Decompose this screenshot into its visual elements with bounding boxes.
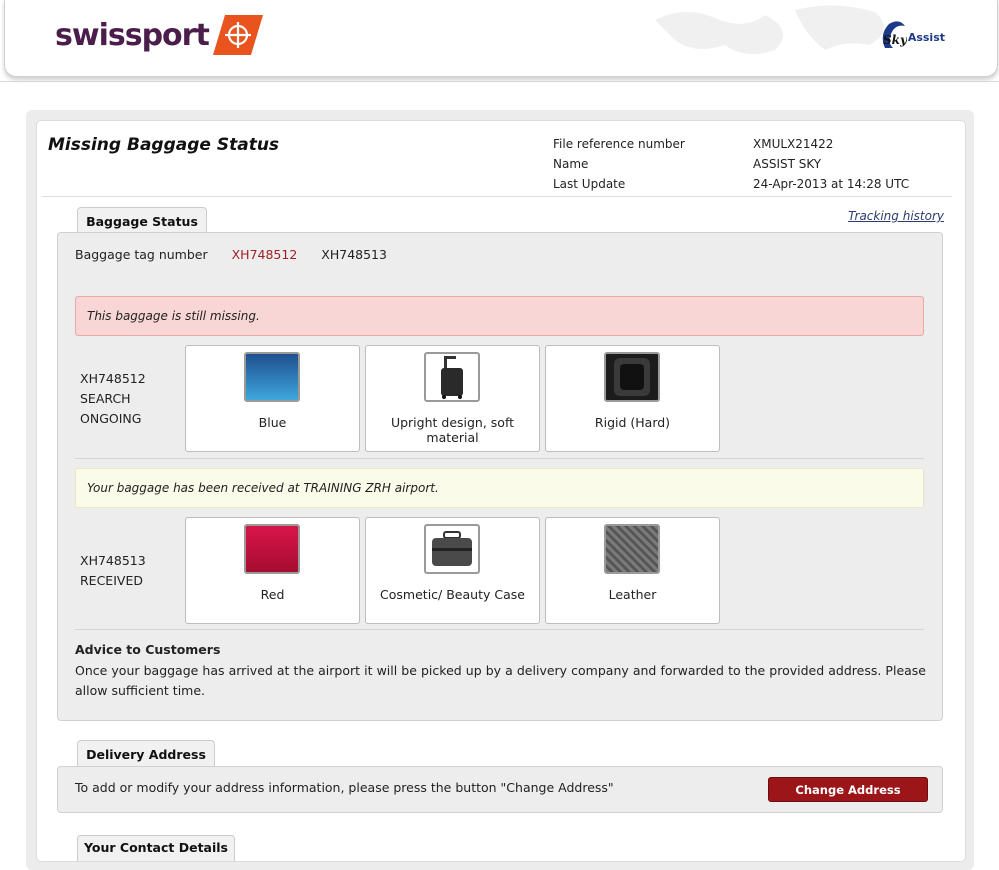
meta-row-name: Name ASSIST SKY [553, 154, 909, 174]
status-line: XH748513 [80, 553, 146, 568]
item-status: XH748513 RECEIVED [80, 551, 146, 591]
beauty-case-icon [424, 524, 480, 574]
world-map-background [655, 5, 884, 54]
status-line: ONGOING [80, 411, 142, 426]
attribute-tile-type: Upright design, soft material [365, 345, 540, 452]
sky-assist-emblem-icon: Sky [882, 21, 907, 48]
blue-color-swatch [244, 352, 300, 402]
delivery-address-info: To add or modify your address informatio… [75, 780, 614, 795]
meta-value: XMULX21422 [753, 137, 834, 151]
red-color-swatch [244, 524, 300, 574]
status-line: SEARCH [80, 391, 131, 406]
baggage-tag-label: Baggage tag number [75, 247, 208, 262]
advice-text: Once your baggage has arrived at the air… [75, 663, 926, 698]
attribute-caption: Cosmetic/ Beauty Case [380, 587, 525, 602]
item-status: XH748512 SEARCH ONGOING [80, 369, 146, 429]
attribute-tile-material: Leather [545, 517, 720, 624]
change-address-button[interactable]: Change Address [768, 777, 928, 802]
baggage-tag-row: Baggage tag number XH748512 XH748513 [75, 247, 407, 262]
header-rule [0, 81, 999, 82]
meta-row-file-ref: File reference number XMULX21422 [553, 134, 909, 154]
status-line: RECEIVED [80, 573, 143, 588]
baggage-tag-link[interactable]: XH748513 [321, 247, 387, 262]
attribute-caption: Upright design, soft material [390, 415, 515, 445]
assist-text: Assist [907, 30, 945, 44]
missing-alert: This baggage is still missing. [75, 296, 924, 336]
upright-suitcase-icon [424, 352, 480, 402]
brand-wordmark: swissport [55, 17, 210, 53]
tab-baggage-status[interactable]: Baggage Status [77, 207, 207, 234]
leather-material-icon [604, 524, 660, 574]
tracking-history-link[interactable]: Tracking history [848, 209, 944, 223]
tab-delivery-address[interactable]: Delivery Address [77, 740, 215, 767]
sky-text: Sky [883, 33, 907, 47]
file-meta: File reference number XMULX21422 Name AS… [553, 134, 909, 194]
tab-contact-details[interactable]: Your Contact Details [77, 835, 235, 861]
attribute-caption: Leather [608, 587, 657, 602]
swissport-emblem-icon [212, 15, 263, 55]
attribute-caption: Red [260, 587, 285, 602]
meta-value: 24-Apr-2013 at 14:28 UTC [753, 177, 910, 191]
meta-label: File reference number [553, 137, 685, 151]
item-divider [75, 458, 924, 459]
page-title: Missing Baggage Status [48, 135, 280, 155]
meta-row-last-update: Last Update 24-Apr-2013 at 14:28 UTC [553, 174, 909, 194]
attribute-caption: Rigid (Hard) [594, 415, 671, 430]
attribute-tile-color: Red [185, 517, 360, 624]
attribute-tile-material: Rigid (Hard) [545, 345, 720, 452]
site-header: swissport Sky Assist [4, 0, 998, 77]
meta-label: Name [553, 157, 589, 171]
rigid-material-icon [604, 352, 660, 402]
meta-value: ASSIST SKY [753, 157, 822, 171]
sky-assist-logo: Sky Assist [877, 18, 945, 52]
item-divider [75, 629, 924, 630]
attribute-caption: Blue [258, 415, 287, 430]
meta-label: Last Update [553, 177, 626, 191]
swissport-logo[interactable]: swissport [55, 14, 263, 56]
attribute-tile-type: Cosmetic/ Beauty Case [365, 517, 540, 624]
title-divider [42, 196, 952, 197]
baggage-tag-link-active[interactable]: XH748512 [232, 247, 298, 262]
status-line: XH748512 [80, 371, 146, 386]
advice-title: Advice to Customers [75, 642, 221, 657]
received-alert: Your baggage has been received at TRAINI… [75, 468, 924, 508]
attribute-tile-color: Blue [185, 345, 360, 452]
